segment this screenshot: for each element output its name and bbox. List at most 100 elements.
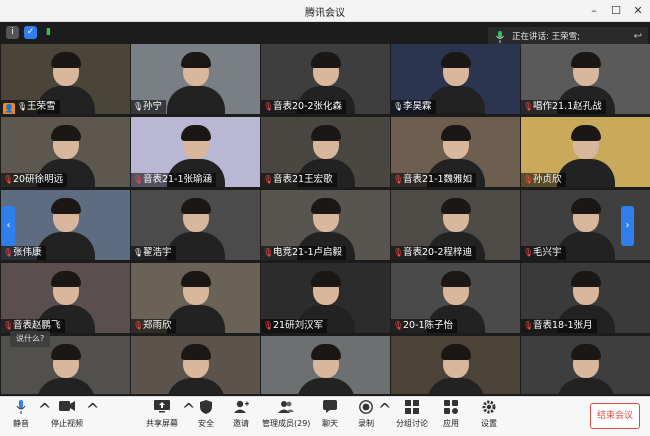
participant-name: 音表21王宏歌 <box>273 174 333 185</box>
video-tile[interactable]: 🎙李昊霖 <box>391 44 520 114</box>
video-tile[interactable]: 🎙音表18-1张月 <box>521 263 650 333</box>
participant-hair <box>310 125 341 141</box>
manage-members-button[interactable]: 管理成员(29) <box>262 400 310 434</box>
participant-name: 张伟康 <box>13 247 42 258</box>
video-tile[interactable]: 🎙翟浩宇 <box>131 190 260 260</box>
participant-name: 音表20-2张化森 <box>273 101 343 112</box>
gear-icon <box>478 400 500 418</box>
participant-name-tag: 🎙音表21-1张瑜涵 <box>131 173 217 187</box>
participant-hair <box>570 198 601 214</box>
participant-hair <box>180 125 211 141</box>
video-tile[interactable]: 🎙孙贞欣 <box>521 117 650 187</box>
participant-body <box>166 86 225 114</box>
speaking-label: 正在讲话: 王荣雪; <box>512 32 580 42</box>
participant-name-tag: 🎙孙贞欣 <box>521 173 566 187</box>
participant-hair <box>310 198 341 214</box>
mic-icon: 🎙 <box>133 248 144 257</box>
participant-name-tag: 🎙翟浩宇 <box>131 246 176 260</box>
video-tile[interactable]: 🎙音表21-1张瑜涵 <box>131 117 260 187</box>
participant-name-tag: 🎙孙宁 <box>131 100 167 114</box>
participant-name-tag: 🎙21研刘汉军 <box>261 319 328 333</box>
video-tile[interactable]: 🎙郑雨欣 <box>131 263 260 333</box>
video-tile[interactable] <box>391 336 520 394</box>
video-tile[interactable]: 🎙音表21-1魏雅如 <box>391 117 520 187</box>
record-options-chevron-icon[interactable]: ^ <box>378 400 391 434</box>
stop-video-button[interactable]: 停止视频 <box>48 400 86 434</box>
mic-muted-icon: 🎙 <box>393 175 404 184</box>
prev-page-icon[interactable]: ‹ <box>2 206 15 246</box>
mic-muted-icon: 🎙 <box>393 321 404 330</box>
video-tile[interactable] <box>131 336 260 394</box>
participant-hair <box>50 52 81 68</box>
participant-name: 20-1陈子怡 <box>403 320 454 331</box>
chat-label: 聊天 <box>322 419 338 428</box>
video-tile[interactable] <box>521 336 650 394</box>
video-tile[interactable]: 🎙21研刘汉军 <box>261 263 390 333</box>
mic-muted-icon: 🎙 <box>523 102 534 111</box>
participant-name: 音表21-1魏雅如 <box>403 174 473 185</box>
video-tile[interactable]: 🎙电竞21-1卢启毅 <box>261 190 390 260</box>
participant-name: 毛兴宇 <box>533 247 562 258</box>
signal-icon[interactable]: ▮ <box>42 26 55 39</box>
next-page-icon[interactable]: › <box>621 206 634 246</box>
shield-icon[interactable]: ✓ <box>24 26 37 39</box>
camera-icon <box>48 400 86 418</box>
title-bar: 腾讯会议 – ☐ ✕ <box>0 0 650 22</box>
video-tile[interactable]: 🎙张伟康 <box>1 190 130 260</box>
maximize-icon[interactable]: ☐ <box>606 2 626 20</box>
members-label: 管理成员(29) <box>262 419 311 428</box>
video-tile[interactable]: 🎙音表20-2程梓迪 <box>391 190 520 260</box>
close-icon[interactable]: ✕ <box>628 2 648 20</box>
mic-icon: 🎙 <box>17 102 28 111</box>
participant-hair <box>180 198 211 214</box>
security-label: 安全 <box>198 419 214 428</box>
participant-hair <box>180 52 211 68</box>
participant-name-tag: 🎙郑雨欣 <box>131 319 176 333</box>
minimize-icon[interactable]: – <box>584 2 604 20</box>
participant-name: 李昊霖 <box>403 101 432 112</box>
video-options-chevron-icon[interactable]: ^ <box>86 400 99 434</box>
breakout-rooms-button[interactable]: 分组讨论 <box>394 400 430 434</box>
participant-name: 唱作21.1赵孔战 <box>533 101 602 112</box>
share-label: 共享屏幕 <box>146 419 178 428</box>
end-meeting-button[interactable]: 结束会议 <box>590 403 640 429</box>
participant-name: 音表赵鹏飞 <box>13 320 61 331</box>
video-tile[interactable]: 🎙音表21王宏歌 <box>261 117 390 187</box>
video-tile[interactable]: 🎙20-1陈子怡 <box>391 263 520 333</box>
participant-name: 21研刘汉军 <box>273 320 324 331</box>
meeting-window: 腾讯会议 – ☐ ✕ i ✓ ▮ 正在讲话: 王荣雪; ↩ 👤 🎙王荣雪 🎙孙宁 🎙音… <box>0 0 650 436</box>
video-tile[interactable] <box>261 336 390 394</box>
breakout-label: 分组讨论 <box>396 419 428 428</box>
video-tile[interactable]: 🎙孙宁 <box>131 44 260 114</box>
info-icon[interactable]: i <box>6 26 19 39</box>
mic-muted-icon: 🎙 <box>523 248 534 257</box>
settings-button[interactable]: 设置 <box>478 400 500 434</box>
breakout-icon <box>394 400 430 418</box>
mic-muted-icon: 🎙 <box>393 248 404 257</box>
settings-label: 设置 <box>481 419 497 428</box>
participant-hair <box>180 271 211 287</box>
video-tile[interactable]: 🎙唱作21.1赵孔战 <box>521 44 650 114</box>
video-tile[interactable]: 🎙音表赵鹏飞 <box>1 263 130 333</box>
video-label: 停止视频 <box>51 419 83 428</box>
host-badge-icon: 👤 <box>3 103 15 114</box>
chat-button[interactable]: 聊天 <box>320 400 340 434</box>
record-button[interactable]: 录制 <box>356 400 376 434</box>
video-tile[interactable]: 🎙音表20-2张化森 <box>261 44 390 114</box>
invite-button[interactable]: 邀请 <box>228 400 254 434</box>
participant-name-tag: 🎙20研徐明远 <box>1 173 68 187</box>
video-tile[interactable]: 🎙20研徐明远 <box>1 117 130 187</box>
participant-name-tag: 🎙毛兴宇 <box>521 246 566 260</box>
window-title: 腾讯会议 <box>305 8 345 19</box>
apps-button[interactable]: 应用 <box>440 400 462 434</box>
video-tile[interactable]: 👤 🎙王荣雪 <box>1 44 130 114</box>
mute-button[interactable]: 静音 <box>6 400 36 434</box>
participant-name-tag: 🎙音表20-2程梓迪 <box>391 246 477 260</box>
share-screen-button[interactable]: 共享屏幕 <box>144 400 180 434</box>
mic-icon <box>6 400 36 418</box>
participant-name: 孙宁 <box>143 101 163 112</box>
participant-name: 音表18-1张月 <box>533 320 593 331</box>
participant-hair <box>310 52 341 68</box>
security-button[interactable]: 安全 <box>194 400 218 434</box>
participant-hair <box>310 271 341 287</box>
